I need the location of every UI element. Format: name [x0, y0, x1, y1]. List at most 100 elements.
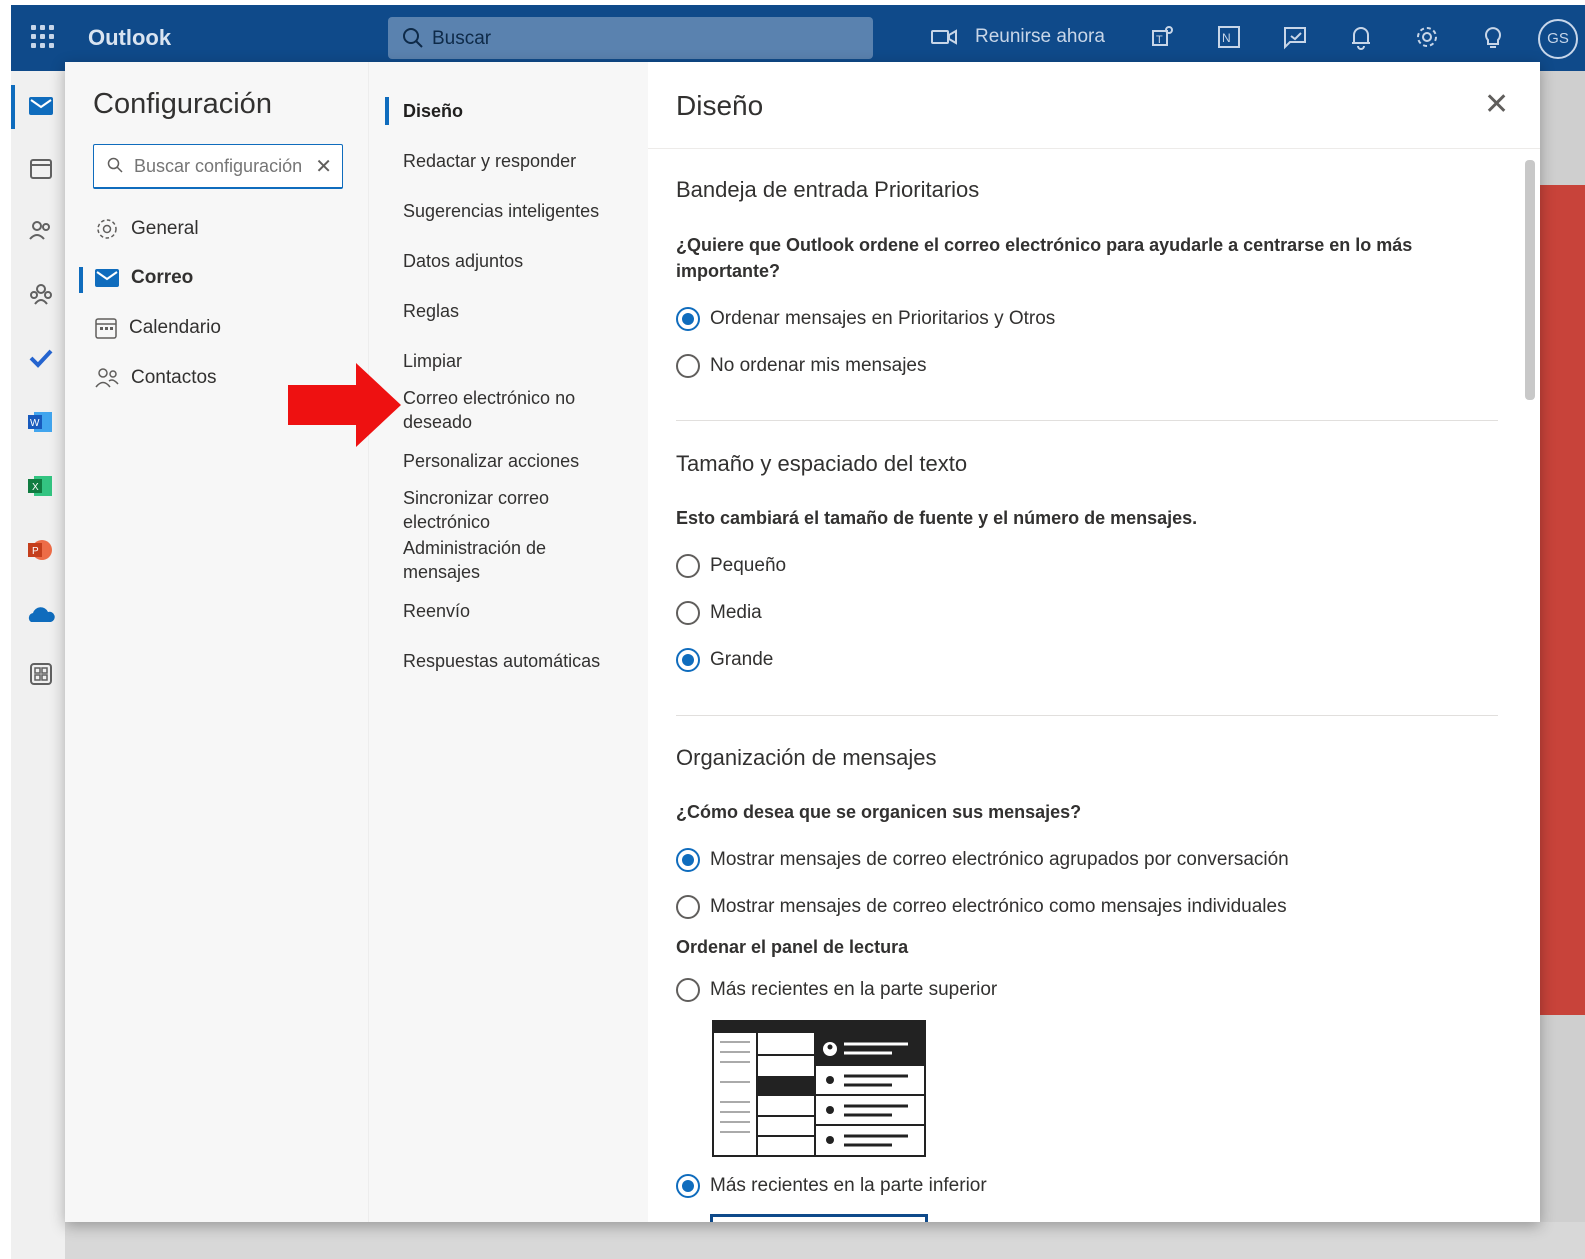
close-icon[interactable]: ✕: [1484, 90, 1509, 120]
app-name[interactable]: Outlook: [88, 25, 171, 51]
search-icon: [403, 28, 423, 48]
meet-now-label: Reunirse ahora: [975, 26, 1105, 47]
radio-recientes-superior[interactable]: Más recientes en la parte superior: [676, 978, 997, 1002]
radio-label: Más recientes en la parte superior: [710, 979, 998, 1000]
svg-text:N: N: [1222, 31, 1231, 45]
settings-search-field[interactable]: ✕: [93, 144, 343, 189]
subcategory-respuestas[interactable]: Respuestas automáticas: [403, 649, 633, 673]
radio-pequeno[interactable]: Pequeño: [676, 554, 786, 578]
scrollbar[interactable]: [1525, 160, 1535, 400]
settings-subcategories-pane: Diseño Redactar y responder Sugerencias …: [368, 62, 649, 1222]
radio-unselected-icon: [676, 554, 700, 578]
calendar-icon: [95, 318, 117, 339]
category-label: Correo: [131, 267, 194, 288]
radio-label: Mostrar mensajes de correo electrónico a…: [710, 849, 1289, 870]
annotation-arrow-icon: [288, 363, 401, 447]
pane-title: Diseño: [676, 90, 764, 121]
people-icon[interactable]: [24, 213, 58, 247]
radio-selected-icon: [676, 1174, 700, 1198]
subcategory-personalizar[interactable]: Personalizar acciones: [403, 449, 633, 473]
rail-active-indicator: [11, 85, 15, 129]
newest-on-top-illustration: [712, 1020, 926, 1157]
question-organizacion: ¿Cómo desea que se organicen sus mensaje…: [676, 802, 1082, 822]
app-rail: W X P: [11, 71, 65, 1259]
svg-text:X: X: [32, 482, 39, 493]
search-icon: [107, 157, 123, 173]
avatar[interactable]: GS: [1538, 19, 1578, 59]
subcategory-sincronizar[interactable]: Sincronizar correo electrónico: [403, 486, 573, 534]
clear-search-icon[interactable]: ✕: [315, 154, 332, 179]
category-calendario[interactable]: Calendario: [95, 317, 221, 339]
groups-icon[interactable]: [24, 277, 58, 311]
subcategory-active-indicator: [385, 97, 389, 125]
onedrive-icon[interactable]: [24, 597, 58, 631]
subcategory-limpiar[interactable]: Limpiar: [403, 349, 633, 373]
radio-unselected-icon: [676, 895, 700, 919]
subcategory-diseno[interactable]: Diseño: [403, 99, 633, 123]
settings-search-input[interactable]: [132, 153, 304, 179]
subcategory-adjuntos[interactable]: Datos adjuntos: [403, 249, 633, 273]
radio-label: Pequeño: [710, 555, 787, 576]
settings-dialog: Configuración ✕ General Correo Calendari…: [65, 62, 1540, 1222]
section-divider: [676, 715, 1498, 716]
search-label: Buscar: [432, 28, 492, 49]
category-contactos[interactable]: Contactos: [95, 367, 217, 389]
settings-detail-pane: Diseño ✕ Bandeja de entrada Prioritarios…: [648, 62, 1540, 1222]
reading-pane-heading: Ordenar el panel de lectura: [676, 937, 909, 957]
calendar-icon[interactable]: [24, 151, 58, 185]
radio-grande[interactable]: Grande: [676, 648, 773, 672]
radio-ordenar-prioritarios[interactable]: Ordenar mensajes en Prioritarios y Otros: [676, 307, 1055, 331]
section-divider: [676, 420, 1498, 421]
category-label: Calendario: [129, 317, 221, 338]
category-general[interactable]: General: [95, 217, 199, 241]
section-heading-organizacion: Organización de mensajes: [676, 745, 937, 770]
radio-label: Mostrar mensajes de correo electrónico c…: [710, 896, 1287, 917]
radio-label: Ordenar mensajes en Prioritarios y Otros: [710, 308, 1056, 329]
question-prioritarios: ¿Quiere que Outlook ordene el correo ele…: [676, 235, 1413, 281]
teams-icon[interactable]: T: [1148, 21, 1178, 53]
word-icon[interactable]: W: [24, 405, 58, 439]
todo-icon[interactable]: [24, 341, 58, 375]
radio-selected-icon: [676, 648, 700, 672]
settings-title: Configuración: [93, 88, 272, 120]
mail-icon[interactable]: [24, 89, 58, 123]
radio-unselected-icon: [676, 354, 700, 378]
apps-icon[interactable]: [24, 657, 58, 691]
radio-recientes-inferior[interactable]: Más recientes en la parte inferior: [676, 1174, 987, 1198]
subcategory-redactar[interactable]: Redactar y responder: [403, 149, 633, 173]
subcategory-reenvio[interactable]: Reenvío: [403, 599, 633, 623]
whiteboard-icon[interactable]: [1280, 21, 1310, 53]
section-heading-tamano: Tamaño y espaciado del texto: [676, 451, 968, 476]
video-icon: [931, 29, 957, 45]
newest-on-bottom-illustration: [710, 1214, 928, 1222]
onenote-icon[interactable]: N: [1214, 21, 1244, 53]
global-search[interactable]: Buscar: [388, 17, 873, 59]
radio-media[interactable]: Media: [676, 601, 762, 625]
radio-unselected-icon: [676, 601, 700, 625]
gear-icon[interactable]: [1412, 21, 1442, 53]
meet-now-button[interactable]: Reunirse ahora: [931, 23, 1105, 51]
svg-text:T: T: [1156, 34, 1163, 46]
bell-icon[interactable]: [1346, 21, 1376, 53]
radio-no-ordenar[interactable]: No ordenar mis mensajes: [676, 354, 926, 378]
subcategory-reglas[interactable]: Reglas: [403, 299, 633, 323]
lightbulb-icon[interactable]: [1478, 21, 1508, 53]
category-label: Contactos: [131, 367, 217, 388]
gear-icon: [97, 219, 117, 239]
subcategory-sugerencias[interactable]: Sugerencias inteligentes: [403, 199, 633, 223]
waffle-icon[interactable]: [31, 25, 57, 51]
radio-agrupados-conversacion[interactable]: Mostrar mensajes de correo electrónico a…: [676, 848, 1289, 872]
radio-mensajes-individuales[interactable]: Mostrar mensajes de correo electrónico c…: [676, 895, 1287, 919]
radio-label: Grande: [710, 649, 774, 670]
svg-text:W: W: [30, 418, 40, 429]
powerpoint-icon[interactable]: P: [24, 533, 58, 567]
background-footer: [65, 1222, 1585, 1259]
subcategory-administracion[interactable]: Administración de mensajes: [403, 536, 573, 584]
people-icon: [95, 368, 119, 388]
radio-label: Media: [710, 602, 762, 623]
radio-label: Más recientes en la parte inferior: [710, 1175, 987, 1196]
background-email-image: [1540, 185, 1585, 1015]
subcategory-correo-no-deseado[interactable]: Correo electrónico no deseado: [403, 386, 603, 434]
category-correo[interactable]: Correo: [95, 267, 193, 289]
excel-icon[interactable]: X: [24, 469, 58, 503]
